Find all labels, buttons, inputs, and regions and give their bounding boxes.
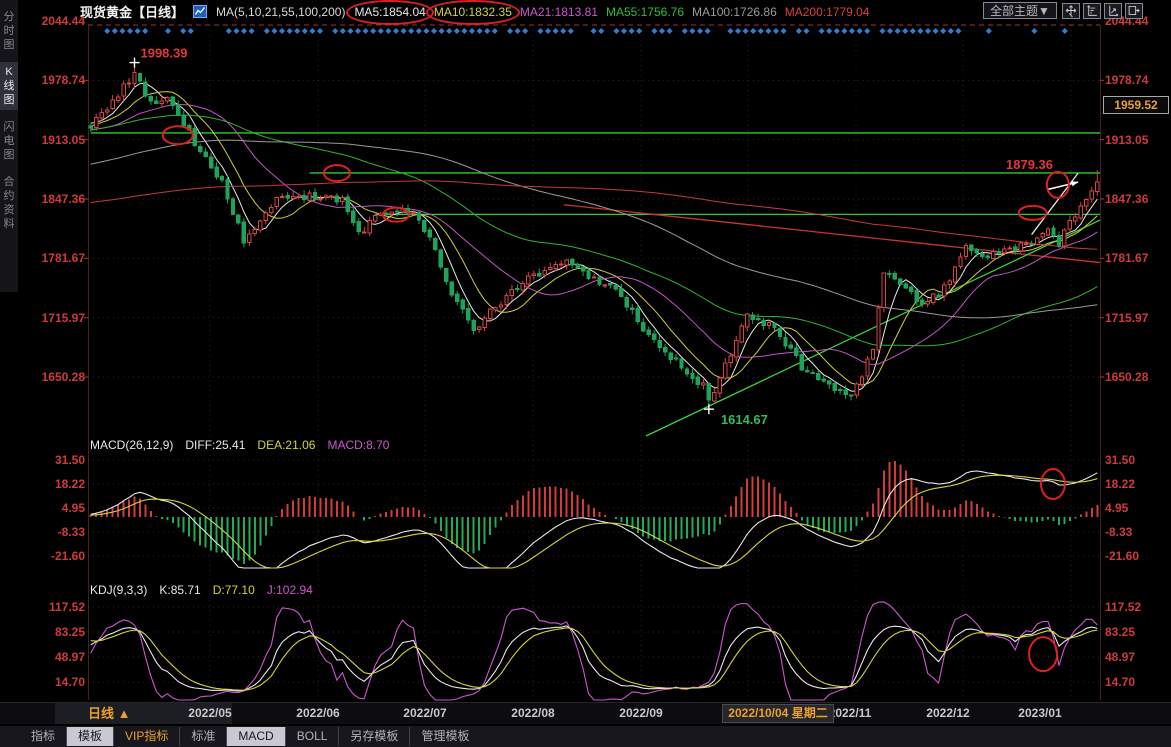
macd-diff-value: DIFF:25.41 [185, 438, 245, 452]
tab-MACD[interactable]: MACD [226, 727, 284, 746]
kdj-name[interactable]: KDJ(9,3,3) [90, 583, 147, 597]
month-label: 2022/08 [488, 706, 578, 720]
axis-tick-label: 1715.97 [1105, 311, 1167, 325]
chart-type-sidebar: 分时图 K线图闪电图合约资料 [0, 0, 18, 292]
axis-tick-label: -8.33 [25, 525, 85, 539]
axis-tick-label: 83.25 [1105, 625, 1167, 639]
axis-tick-label: 1781.67 [25, 251, 85, 265]
kdj-d-value: D:77.10 [213, 583, 255, 597]
header-ma-value: MA10:1832.35 [434, 5, 512, 19]
axis-tick-label: 1715.97 [25, 311, 85, 325]
axis-tick-label: 1781.67 [1105, 251, 1167, 265]
tab-BOLL[interactable]: BOLL [285, 727, 339, 746]
trough-price-label: 1614.67 [721, 412, 768, 427]
toolbar-buttons [1062, 3, 1143, 19]
axis-tick-label: 14.70 [1105, 675, 1167, 689]
axis-tick-label: 48.97 [1105, 650, 1167, 664]
header-bar: 现货黄金【日线】 MA(5,10,21,55,100,200) MA5:1854… [80, 2, 877, 21]
theme-dropdown[interactable]: 全部主题▼ [983, 2, 1057, 19]
axis-tick-label: 4.95 [25, 501, 85, 515]
header-ma-value: MA100:1726.86 [692, 5, 777, 19]
chart-type-icon[interactable] [193, 5, 207, 18]
axis-tick-label: 31.50 [25, 453, 85, 467]
sidebar-item-[interactable]: 闪电图 [0, 117, 18, 165]
x-axis-scale-icon[interactable] [1104, 3, 1122, 19]
axis-tick-label: 1978.74 [1105, 73, 1167, 87]
axis-tick-label: 117.52 [25, 600, 85, 614]
month-label: 2022/05 [165, 706, 255, 720]
axis-tick-label: 48.97 [25, 650, 85, 664]
axis-tick-label: 1650.28 [1105, 370, 1167, 384]
axis-tick-label: 18.22 [1105, 477, 1167, 491]
header-ma-list: MA5:1854.04 MA10:1832.35 MA21:1813.81 MA55:… [354, 5, 877, 19]
macd-header: MACD(26,12,9) DIFF:25.41 DEA:21.06 MACD:… [90, 438, 389, 452]
sidebar-item-selected[interactable]: K线图 [0, 62, 18, 110]
up-triangle-icon: ▲ [118, 706, 131, 721]
detach-window-icon[interactable] [1125, 3, 1143, 19]
axis-tick-label: 2044.44 [25, 14, 85, 28]
kdj-j-value: J:102.94 [267, 583, 313, 597]
kdj-header: KDJ(9,3,3) K:85.71 D:77.10 J:102.94 [90, 583, 313, 597]
axis-tick-label: 1978.74 [25, 73, 85, 87]
axis-tick-label: 1650.28 [25, 370, 85, 384]
header-ma-value: MA5:1854.04 [354, 5, 425, 19]
axis-tick-label: 1913.05 [25, 133, 85, 147]
header-ma-value: MA200:1779.04 [785, 5, 870, 19]
axis-tick-label: -8.33 [1105, 525, 1167, 539]
axis-tick-label: 18.22 [25, 477, 85, 491]
axis-tick-label: 4.95 [1105, 501, 1167, 515]
month-label: 2023/01 [995, 706, 1085, 720]
bottom-tab-bar: 指标模板VIP指标标准MACDBOLL另存模板管理模板 [0, 726, 1171, 747]
header-ma-value: MA21:1813.81 [520, 5, 598, 19]
ma-settings-label[interactable]: MA(5,10,21,55,100,200) [216, 5, 345, 19]
axis-tick-label: -21.60 [25, 549, 85, 563]
tab-指标[interactable]: 指标 [20, 727, 66, 746]
crosshair-date-box: 2022/10/04 星期二 [722, 704, 834, 723]
tab-VIP指标[interactable]: VIP指标 [113, 727, 179, 746]
pan-icon[interactable] [1062, 3, 1080, 19]
axis-tick-label: 1847.36 [1105, 192, 1167, 206]
axis-tick-label: 1847.36 [25, 192, 85, 206]
axis-tick-label: -21.60 [1105, 549, 1167, 563]
kdj-k-value: K:85.71 [159, 583, 200, 597]
y-axis-scale-icon[interactable] [1083, 3, 1101, 19]
crosshair-price-box: 1959.52 [1103, 96, 1169, 114]
month-label: 2022/09 [596, 706, 686, 720]
chart-plot-area[interactable]: 1998.39 1614.67 1879.36 [0, 0, 1171, 747]
tab-管理模板[interactable]: 管理模板 [409, 727, 480, 746]
macd-name[interactable]: MACD(26,12,9) [90, 438, 173, 452]
recent-high-price-label: 1879.36 [1006, 157, 1053, 172]
month-label: 2022/12 [903, 706, 993, 720]
macd-macd-value: MACD:8.70 [327, 438, 389, 452]
peak-price-label: 1998.39 [140, 46, 187, 61]
month-label: 2022/07 [380, 706, 470, 720]
tab-标准[interactable]: 标准 [179, 727, 226, 746]
tab-另存模板[interactable]: 另存模板 [338, 727, 409, 746]
macd-dea-value: DEA:21.06 [257, 438, 315, 452]
timeline-bar: 日线 ▲ 2022/05 2022/06 2022/07 2022/08 2022/09… [0, 702, 1171, 724]
period-label: 日线 [88, 706, 114, 721]
axis-tick-label: 117.52 [1105, 600, 1167, 614]
header-toolbar: 全部主题▼ [983, 2, 1143, 19]
axis-tick-label: 1913.05 [1105, 133, 1167, 147]
sidebar-item-[interactable]: 合约资料 [0, 172, 18, 234]
axis-tick-label: 31.50 [1105, 453, 1167, 467]
month-label: 2022/06 [273, 706, 363, 720]
symbol-title: 现货黄金【日线】 [80, 2, 184, 21]
sidebar-item-[interactable]: 分时图 [0, 7, 18, 55]
axis-tick-label: 14.70 [25, 675, 85, 689]
tab-模板[interactable]: 模板 [66, 727, 113, 746]
axis-tick-label: 83.25 [25, 625, 85, 639]
gold-trading-terminal: 1998.39 1614.67 1879.36 现货黄金【日线】 MA(5,10,2… [0, 0, 1171, 747]
header-ma-value: MA55:1756.76 [606, 5, 684, 19]
